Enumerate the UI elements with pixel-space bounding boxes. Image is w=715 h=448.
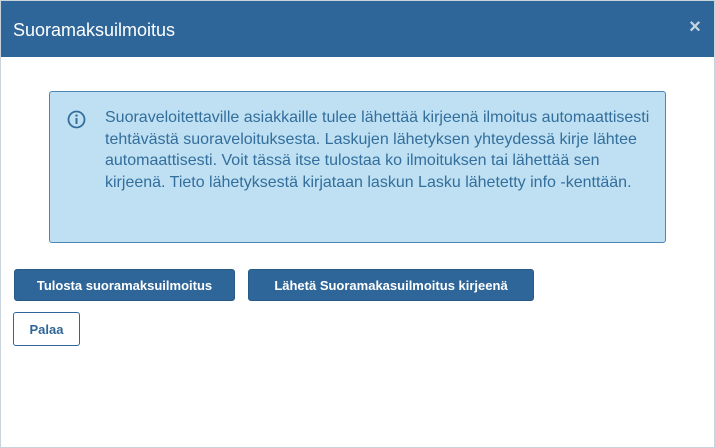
dialog-header: Suoramaksuilmoitus × — [1, 1, 714, 57]
print-notice-button[interactable]: Tulosta suoramaksuilmoitus — [14, 269, 235, 301]
dialog-title: Suoramaksuilmoitus — [13, 20, 176, 40]
info-circle-icon — [67, 110, 86, 129]
dialog: Suoramaksuilmoitus × Suoraveloitettavill… — [0, 0, 715, 448]
send-letter-button[interactable]: Lähetä Suoramakasuilmoitus kirjeenä — [248, 269, 534, 301]
info-message: Suoraveloitettaville asiakkaille tulee l… — [105, 109, 650, 191]
close-icon[interactable]: × — [686, 16, 704, 38]
info-alert: Suoraveloitettaville asiakkaille tulee l… — [49, 91, 666, 243]
back-button[interactable]: Palaa — [13, 312, 80, 346]
